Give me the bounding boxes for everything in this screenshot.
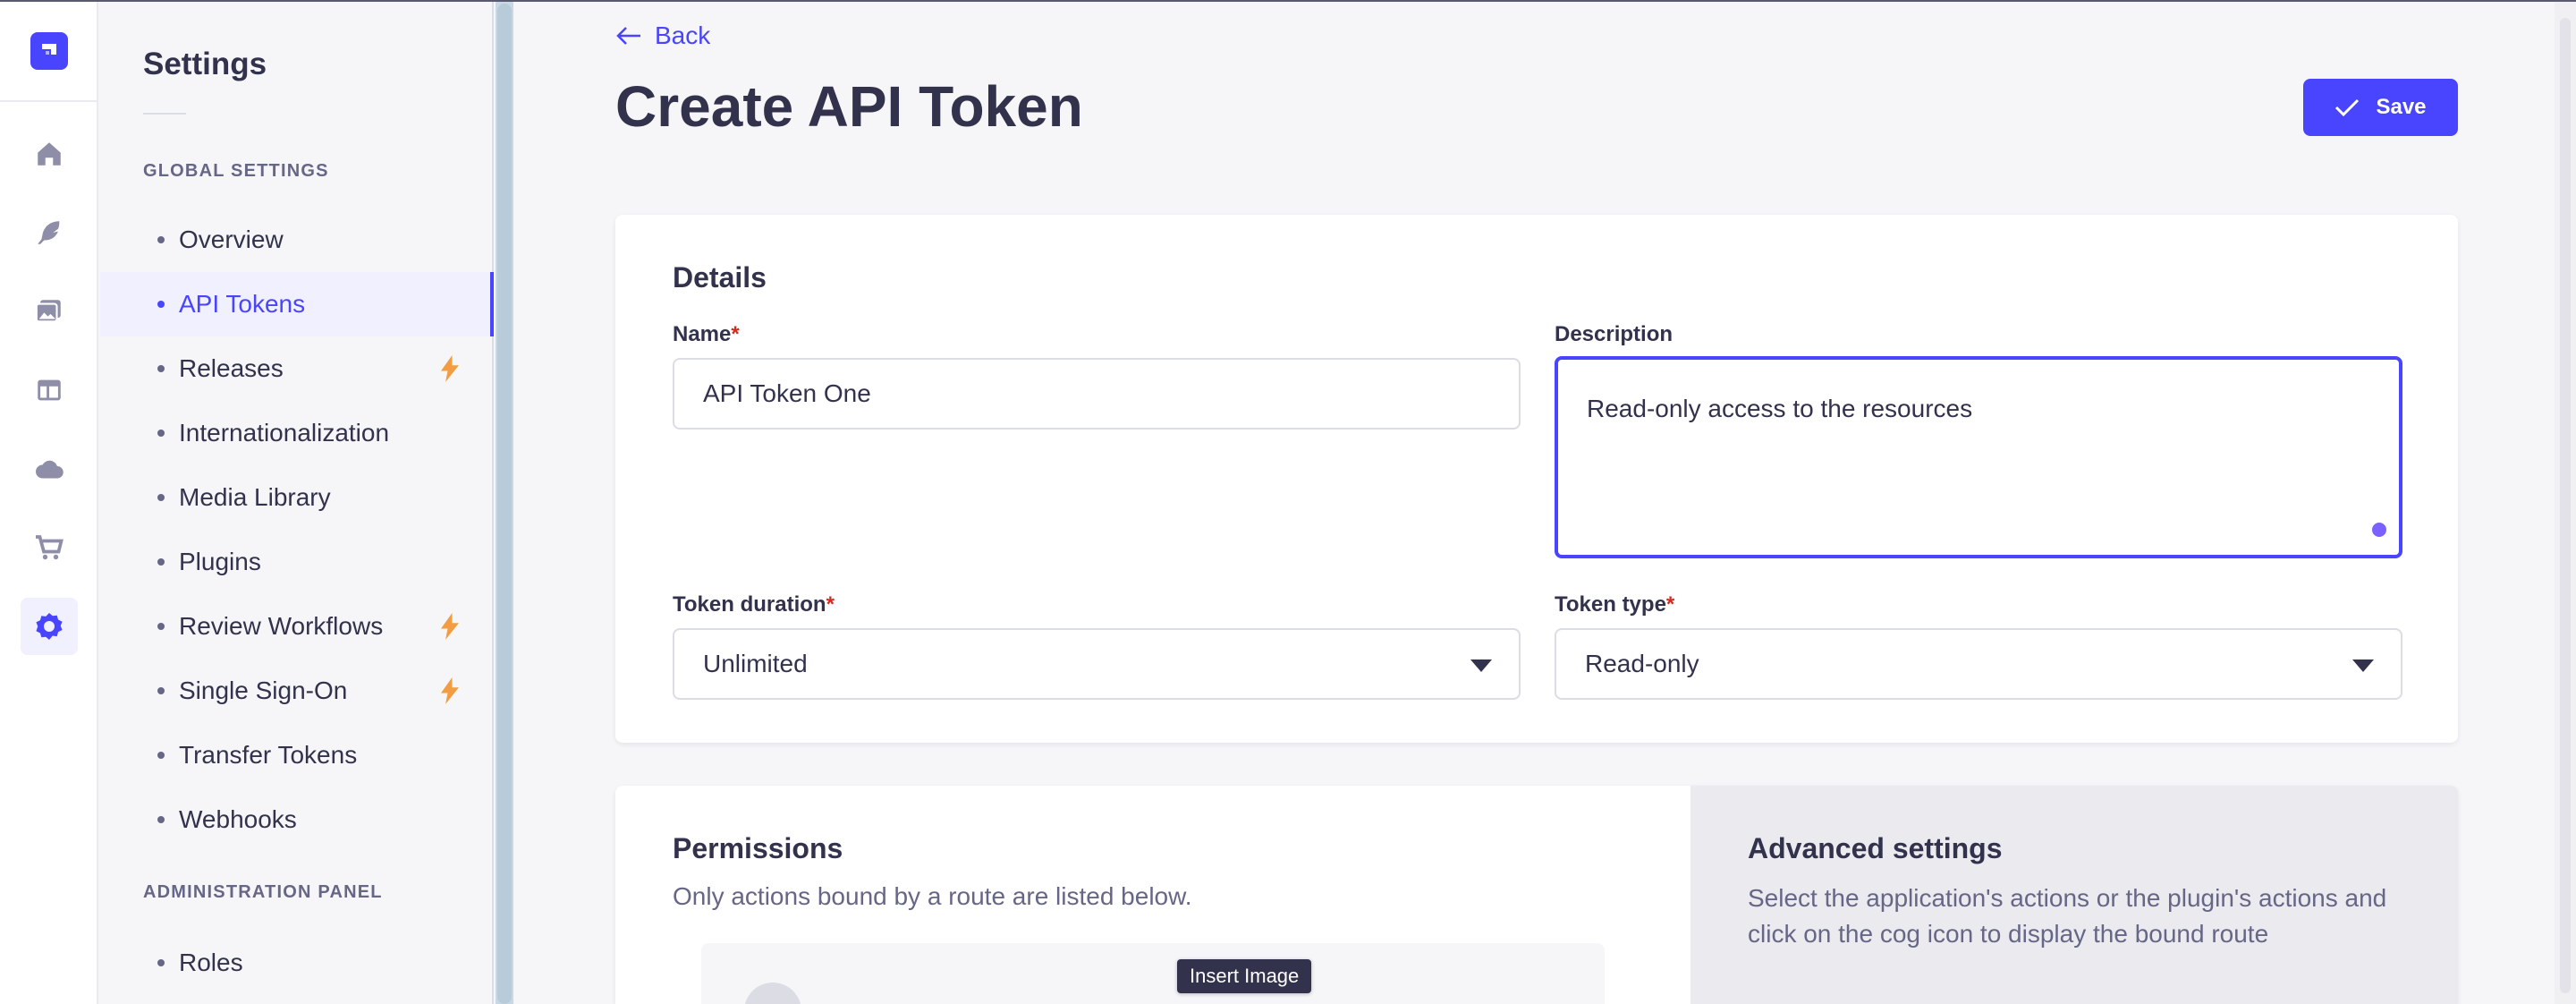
subnav-item-label: Internationalization [179,419,390,447]
permissions-title: Permissions [673,832,843,864]
subnav-item-internationalization[interactable]: Internationalization [100,401,494,465]
save-button[interactable]: Save [2303,79,2458,136]
cloud-icon[interactable] [21,440,78,498]
subnav-item-overview[interactable]: Overview [100,208,494,272]
subnav-item-single-sign-on[interactable]: Single Sign-On [100,659,494,723]
page-title: Create API Token [615,74,1083,139]
section-label-administration-panel: Administration Panel [143,882,383,902]
arrow-left-icon [616,27,640,45]
cog-icon[interactable] [21,598,78,655]
subnav-item-review-workflows[interactable]: Review Workflows [100,594,494,659]
token-type-label-text: Token type [1555,592,1666,617]
main-nav [0,0,98,1004]
token-type-select[interactable]: Read-only [1555,628,2402,700]
lightning-icon [440,677,460,710]
token-duration-select[interactable]: Unlimited [673,628,1521,700]
subnav-item-api-tokens[interactable]: API Tokens [100,272,494,336]
description-label-text: Description [1555,322,1674,346]
bullet-icon [157,365,165,372]
bullet-icon [157,236,165,243]
bullet-icon [157,558,165,566]
brand [0,0,98,102]
advanced-settings-title: Advanced settings [1748,832,2003,864]
subnav-item-label: Media Library [179,483,331,511]
feather-icon[interactable] [21,204,78,261]
subnav-item-label: Roles [179,949,243,976]
token-type-label: Token type* [1555,592,1674,617]
permissions-card: Permissions Only actions bound by a rout… [615,786,2458,1004]
name-label-text: Name [673,322,732,346]
name-label: Name* [673,322,740,347]
advanced-settings-subtitle: Select the application's actions or the … [1748,884,2387,948]
required-mark: * [731,322,740,346]
settings-subnav: Settings Global Settings Overview API To… [100,0,494,1004]
back-label: Back [655,21,711,49]
permissions-panel: Permissions Only actions bound by a rout… [615,786,1690,1004]
permissions-subtitle: Only actions bound by a route are listed… [673,882,1192,910]
advanced-settings-panel: Advanced settings Select the application… [1690,786,2458,1004]
required-mark: * [1665,592,1675,617]
permissions-accordion[interactable] [701,943,1605,1004]
bullet-icon [157,494,165,501]
subnav-item-releases[interactable]: Releases [100,336,494,401]
images-icon[interactable] [21,283,78,340]
subnav-item-label: Plugins [179,548,261,575]
name-input[interactable] [673,358,1521,430]
cart-icon[interactable] [21,519,78,576]
layout-icon[interactable] [21,362,78,419]
lightning-icon [440,355,460,388]
section-label-global-settings: Global Settings [143,161,329,181]
details-card: Details Name* Description Read-only acce… [615,215,2458,743]
subnav-item-label: Releases [179,354,284,382]
subnav-item-label: API Tokens [179,290,306,318]
subnav-item-label: Review Workflows [179,612,384,640]
subnav-item-label: Webhooks [179,805,297,833]
token-duration-value: Unlimited [703,650,808,677]
bullet-icon [157,752,165,759]
subnav-item-label: Overview [179,225,284,253]
bullet-icon [157,816,165,823]
description-label: Description [1555,322,1673,347]
caret-down-icon [1470,659,1492,672]
window-top-border [0,0,2576,2]
home-icon[interactable] [21,125,78,183]
accordion-toggle-icon[interactable] [744,983,801,1004]
subnav-item-media-library[interactable]: Media Library [100,465,494,530]
page-scrollbar-thumb[interactable] [2560,18,2571,993]
subnav-item-plugins[interactable]: Plugins [100,530,494,594]
required-mark: * [826,592,835,617]
back-link[interactable]: Back [615,20,710,52]
subnav-item-transfer-tokens[interactable]: Transfer Tokens [100,723,494,787]
subnav-item-label: Transfer Tokens [179,741,358,769]
token-duration-label-text: Token duration [673,592,826,617]
caret-down-icon [2352,659,2374,672]
subnav-scrollbar-thumb[interactable] [497,4,512,1004]
token-type-value: Read-only [1585,650,1699,677]
subnav-item-roles[interactable]: Roles [100,931,494,995]
bullet-icon [157,959,165,966]
subnav-item-label: Single Sign-On [179,676,348,704]
bullet-icon [157,687,165,694]
textarea-resize-handle[interactable] [2372,523,2386,537]
token-duration-label: Token duration* [673,592,835,617]
description-textarea[interactable]: Read-only access to the resources [1555,356,2402,558]
lightning-icon [440,613,460,646]
check-icon [2335,98,2360,117]
subnav-item-webhooks[interactable]: Webhooks [100,787,494,852]
strapi-logo-icon[interactable] [30,32,68,70]
details-title: Details [673,261,767,294]
bullet-icon [157,430,165,437]
save-label: Save [2376,95,2427,119]
insert-image-tooltip: Insert Image [1177,959,1312,993]
subnav-divider [143,113,186,115]
bullet-icon [157,301,165,308]
subnav-title: Settings [143,47,267,81]
bullet-icon [157,623,165,630]
